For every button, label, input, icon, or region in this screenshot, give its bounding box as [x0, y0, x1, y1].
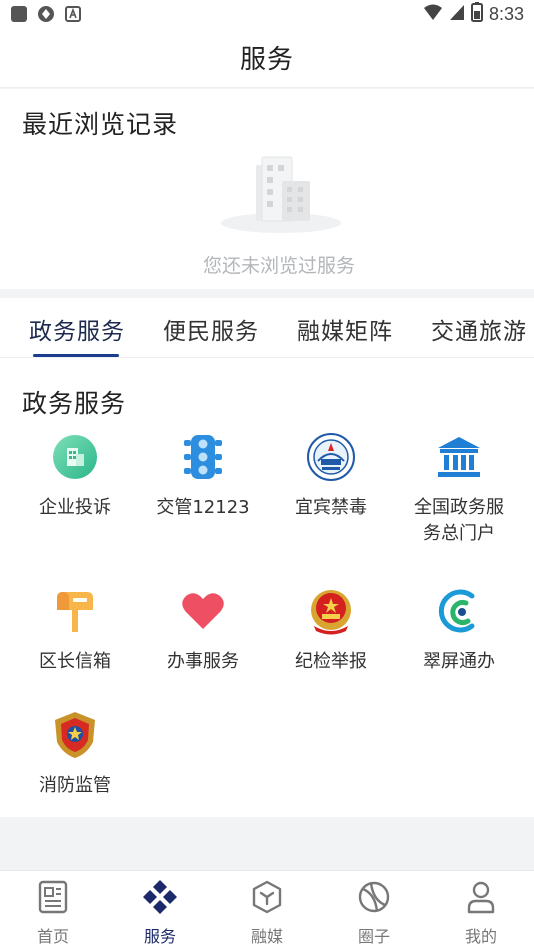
news-icon: [35, 879, 71, 915]
gov-services-title: 政务服务: [22, 389, 127, 418]
service-label: 区长信箱: [39, 651, 111, 672]
tab-transport-travel[interactable]: 交通旅游: [431, 312, 527, 346]
empty-state-text: 您还未浏览过服务: [202, 255, 355, 277]
service-mayor-mailbox[interactable]: 区长信箱: [10, 586, 140, 675]
service-label: 全国政务服 务总门户: [394, 495, 524, 547]
person-icon: [463, 879, 499, 915]
service-discipline-report[interactable]: 纪检举报: [266, 586, 396, 675]
service-label: 企业投诉: [39, 497, 111, 518]
category-tabs: 政务服务 便民服务 融媒矩阵 交通旅游: [0, 298, 534, 358]
active-tab-indicator: [33, 354, 119, 357]
page-title: 服务: [239, 45, 294, 75]
heart-icon: [178, 586, 228, 636]
square-app-icon: [10, 5, 28, 23]
service-label: 宜宾禁毒: [295, 497, 367, 518]
traffic-light-icon: [178, 432, 228, 482]
anti-drug-emblem-icon: [306, 432, 356, 482]
orbit-icon: [356, 879, 392, 915]
service-fire-supervision[interactable]: 消防监管: [10, 710, 140, 799]
tab-media-matrix[interactable]: 融媒矩阵: [297, 312, 393, 346]
service-yibin-anti-drug[interactable]: 宜宾禁毒: [266, 432, 396, 521]
signal-icon: [449, 3, 465, 26]
nav-label: 我的: [464, 927, 497, 946]
status-time: 8:33: [488, 3, 524, 24]
cube-icon: [249, 879, 285, 915]
diamond-grid-icon: [142, 879, 178, 915]
nav-label: 圈子: [357, 927, 390, 946]
nav-me[interactable]: 我的: [441, 879, 521, 947]
service-traffic-12123[interactable]: 交管12123: [138, 432, 268, 521]
building-icon: [50, 432, 100, 482]
nav-label: 服务: [143, 927, 176, 946]
aperture-icon: [37, 5, 55, 23]
service-label: 办事服务: [167, 651, 239, 672]
service-affairs-handling[interactable]: 办事服务: [138, 586, 268, 675]
service-enterprise-complaint[interactable]: 企业投诉: [10, 432, 140, 521]
recent-browse-card: 最近浏览记录 您还未浏览过服务: [0, 89, 534, 289]
nav-label: 融媒: [250, 927, 283, 946]
empty-buildings-icon: [218, 155, 344, 235]
government-building-icon: [434, 432, 484, 482]
cuiping-logo-icon: [434, 586, 484, 636]
service-cuiping-tongban[interactable]: 翠屏通办: [394, 586, 524, 675]
service-label: 纪检举报: [295, 651, 367, 672]
nav-home[interactable]: 首页: [13, 879, 93, 947]
nav-label: 首页: [36, 927, 69, 946]
service-label: 翠屏通办: [423, 651, 495, 672]
app-header: 服务: [0, 28, 534, 88]
fire-emblem-icon: [50, 710, 100, 760]
nav-services[interactable]: 服务: [120, 879, 200, 947]
nav-media[interactable]: 融媒: [227, 879, 307, 947]
tab-gov-services[interactable]: 政务服务: [29, 312, 125, 346]
service-label: 交管12123: [156, 497, 250, 518]
service-national-gov-portal[interactable]: 全国政务服 务总门户: [394, 432, 524, 547]
status-left-icons: [10, 5, 82, 23]
status-right-icons: 8:33: [423, 1, 524, 27]
service-card: 政务服务 便民服务 融媒矩阵 交通旅游 政务服务 企业投诉 交管12123 宜宾…: [0, 298, 534, 817]
service-label-line1: 全国政务服: [414, 497, 504, 518]
font-a-icon: [64, 5, 82, 23]
recent-browse-title: 最近浏览记录: [22, 110, 179, 139]
national-emblem-icon: [306, 586, 356, 636]
nav-circle[interactable]: 圈子: [334, 879, 414, 947]
battery-icon: [470, 1, 483, 27]
status-bar: 8:33: [0, 0, 534, 28]
service-label: 消防监管: [39, 775, 111, 796]
service-label-line2: 务总门户: [423, 523, 495, 544]
mailbox-icon: [50, 586, 100, 636]
tab-convenience-services[interactable]: 便民服务: [163, 312, 259, 346]
wifi-icon: [423, 3, 443, 26]
bottom-navigation: 首页 服务 融媒 圈子 我的: [0, 870, 534, 950]
